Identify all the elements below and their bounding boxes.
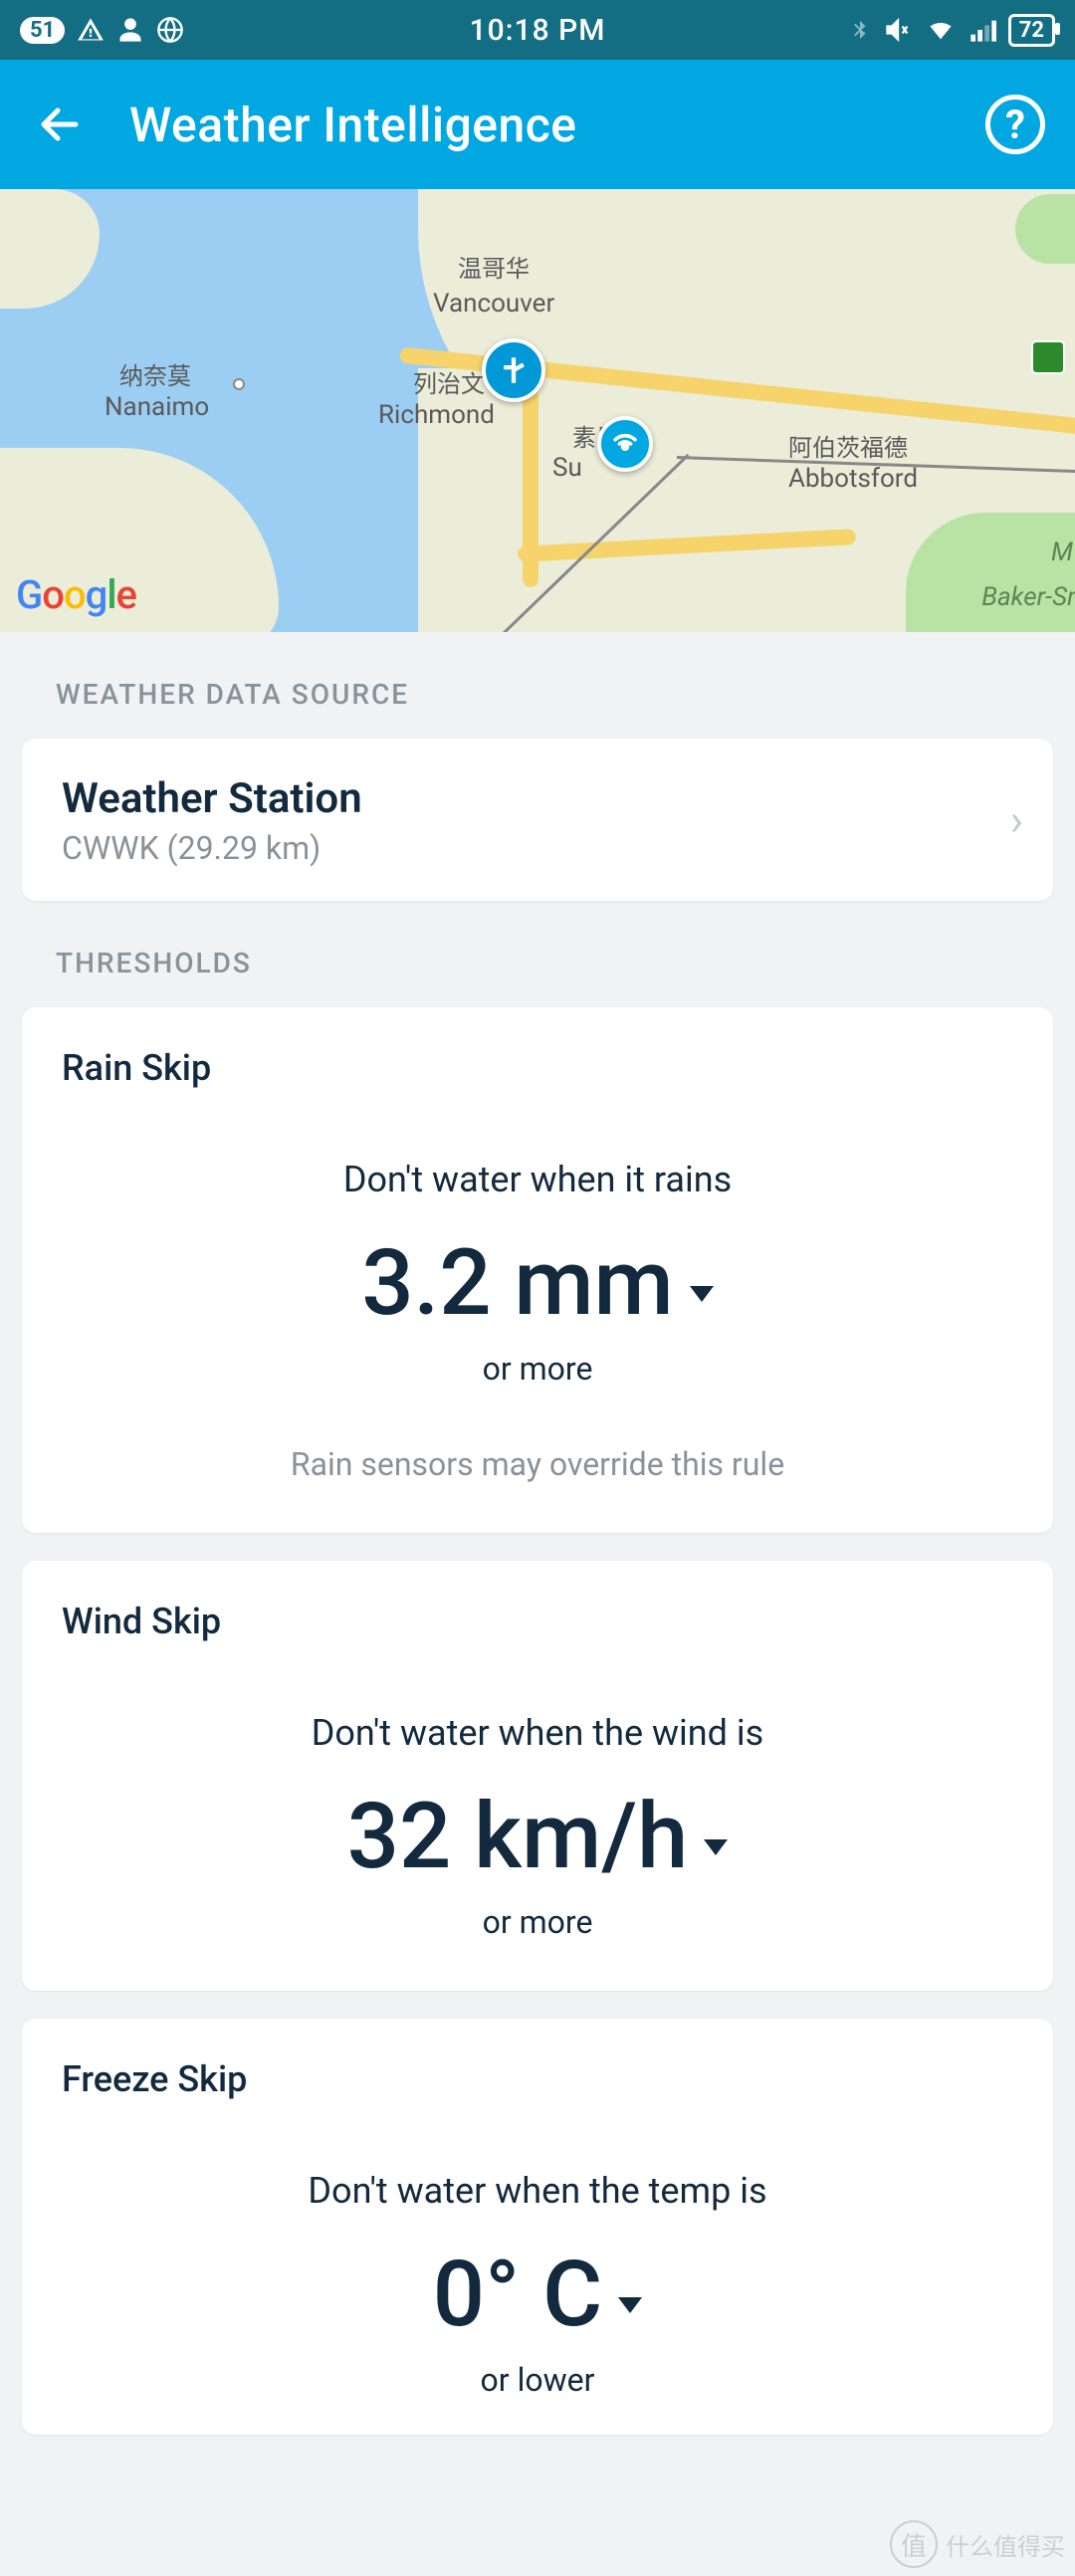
globe-icon <box>156 16 184 44</box>
freeze-skip-line: Don't water when the temp is <box>62 2170 1013 2212</box>
weather-station-row[interactable]: Weather Station CWWK (29.29 km) › <box>22 739 1053 901</box>
wind-skip-card: Wind Skip Don't water when the wind is 3… <box>22 1561 1053 1991</box>
map-label-vancouver-en: Vancouver <box>433 289 554 319</box>
map-label-richmond-en: Richmond <box>378 400 495 430</box>
wind-skip-sub: or more <box>62 1903 1013 1941</box>
weather-station-title: Weather Station <box>62 774 1013 823</box>
map-label-nanaimo-en: Nanaimo <box>105 392 209 422</box>
freeze-skip-title: Freeze Skip <box>62 2058 1013 2100</box>
map-label-baker: Baker-Sn <box>981 582 1075 612</box>
rain-skip-line: Don't water when it rains <box>62 1159 1013 1200</box>
wifi-icon <box>925 16 957 44</box>
status-left: 51 <box>20 16 184 44</box>
weather-station-sub: CWWK (29.29 km) <box>62 829 1013 867</box>
freeze-skip-value-picker[interactable]: 0° C <box>62 2250 1013 2341</box>
signal-icon <box>968 16 996 44</box>
watermark: 值 什么值得买 <box>890 2520 1065 2568</box>
watermark-text: 什么值得买 <box>946 2527 1065 2562</box>
person-icon <box>116 16 144 44</box>
page-title: Weather Intelligence <box>129 97 577 153</box>
freeze-skip-card: Freeze Skip Don't water when the temp is… <box>22 2019 1053 2435</box>
status-bar: 51 10:18 PM 72 <box>0 0 1075 60</box>
help-button[interactable]: ? <box>985 95 1045 154</box>
status-right: 72 <box>849 14 1055 47</box>
caret-down-icon <box>690 1286 714 1302</box>
watermark-coin: 值 <box>890 2520 938 2568</box>
chevron-right-icon: › <box>1010 794 1023 846</box>
map-label-nanaimo-cn: 纳奈莫 <box>119 356 191 391</box>
map-label-richmond-cn: 列治文 <box>413 364 485 399</box>
caret-down-icon <box>704 1839 728 1855</box>
wind-skip-value-picker[interactable]: 32 km/h <box>62 1792 1013 1883</box>
map-label-m: M <box>1051 537 1073 567</box>
volume-icon <box>883 16 913 44</box>
wind-skip-title: Wind Skip <box>62 1601 1013 1642</box>
freeze-skip-sub: or lower <box>62 2361 1013 2399</box>
map-pin-station[interactable] <box>597 416 653 472</box>
section-label-source: WEATHER DATA SOURCE <box>0 632 1075 739</box>
warning-icon <box>77 16 105 44</box>
map-label-surrey-en: Su <box>552 453 582 483</box>
rain-skip-value: 3.2 mm <box>361 1238 673 1330</box>
back-button[interactable] <box>30 95 90 154</box>
rain-skip-card: Rain Skip Don't water when it rains 3.2 … <box>22 1007 1053 1533</box>
map-provider-logo: Google <box>16 571 136 618</box>
battery-level: 72 <box>1008 14 1055 47</box>
section-label-thresholds: THRESHOLDS <box>0 901 1075 1007</box>
map-label-abbotsford-cn: 阿伯茨福德 <box>788 428 908 463</box>
notification-count-badge: 51 <box>20 17 65 44</box>
status-time: 10:18 PM <box>470 13 606 48</box>
map-area[interactable]: 温哥华 Vancouver 列治文 Richmond 素里 Su 纳奈莫 Nan… <box>0 189 1075 632</box>
map-label-vancouver-cn: 温哥华 <box>458 249 530 284</box>
map-label-abbotsford-en: Abbotsford <box>788 464 918 494</box>
rain-skip-note: Rain sensors may override this rule <box>62 1445 1013 1483</box>
map-pin-primary[interactable] <box>482 338 545 402</box>
app-header: Weather Intelligence ? <box>0 60 1075 189</box>
rain-skip-value-picker[interactable]: 3.2 mm <box>62 1238 1013 1330</box>
wind-skip-value: 32 km/h <box>347 1792 689 1883</box>
freeze-skip-value: 0° C <box>433 2250 602 2341</box>
wind-skip-line: Don't water when the wind is <box>62 1712 1013 1754</box>
bluetooth-icon <box>849 16 871 44</box>
rain-skip-title: Rain Skip <box>62 1047 1013 1089</box>
rain-skip-sub: or more <box>62 1350 1013 1388</box>
caret-down-icon <box>618 2297 642 2313</box>
